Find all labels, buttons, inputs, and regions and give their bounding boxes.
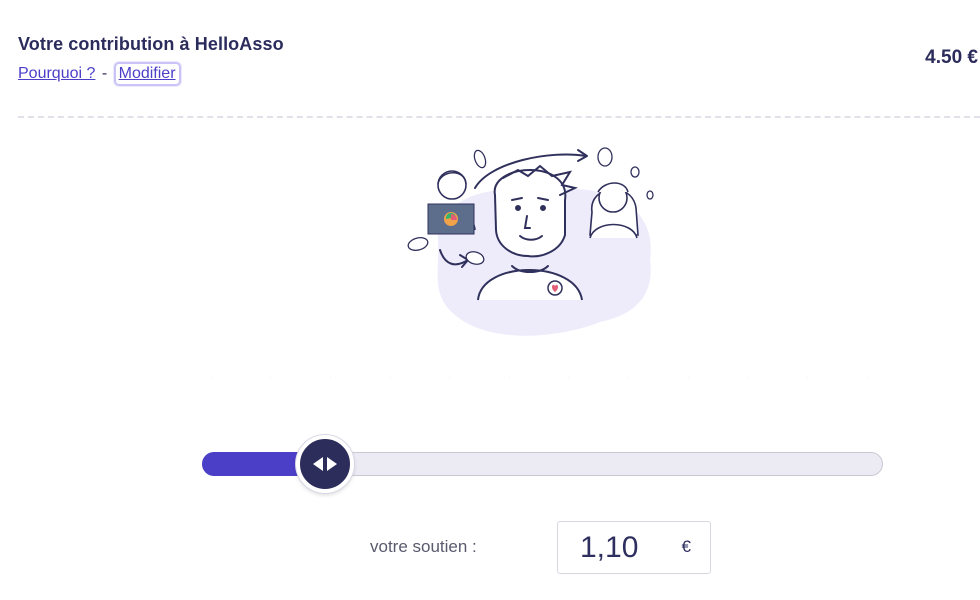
left-right-arrows-icon xyxy=(312,457,337,471)
contribution-title: Votre contribution à HelloAsso xyxy=(18,34,284,54)
support-amount-box: € xyxy=(557,521,711,574)
faded-hint-text: · · · · · · · · · · · · · · · · · · · · … xyxy=(210,375,870,405)
contribution-links: Pourquoi ? - Modifier xyxy=(18,62,980,86)
contribution-page: Votre contribution à HelloAsso Pourquoi … xyxy=(0,0,980,600)
link-separator: - xyxy=(101,65,108,82)
faded-hint-dots: · · · · · · · · · · · · · · · · · · · · … xyxy=(210,375,870,381)
donor-illustration xyxy=(407,147,654,336)
why-link[interactable]: Pourquoi ? xyxy=(18,65,95,82)
contribution-header: Votre contribution à HelloAsso Pourquoi … xyxy=(18,34,980,94)
modify-link[interactable]: Modifier xyxy=(113,62,181,86)
support-amount-input[interactable] xyxy=(558,522,678,573)
currency-symbol: € xyxy=(681,537,691,556)
support-label: votre soutien : xyxy=(370,537,477,556)
dashed-divider xyxy=(18,116,980,118)
contribution-amount: 4.50 € xyxy=(925,47,978,68)
right-person xyxy=(589,182,639,239)
slider-thumb[interactable] xyxy=(295,435,354,493)
support-slider[interactable] xyxy=(202,435,883,493)
